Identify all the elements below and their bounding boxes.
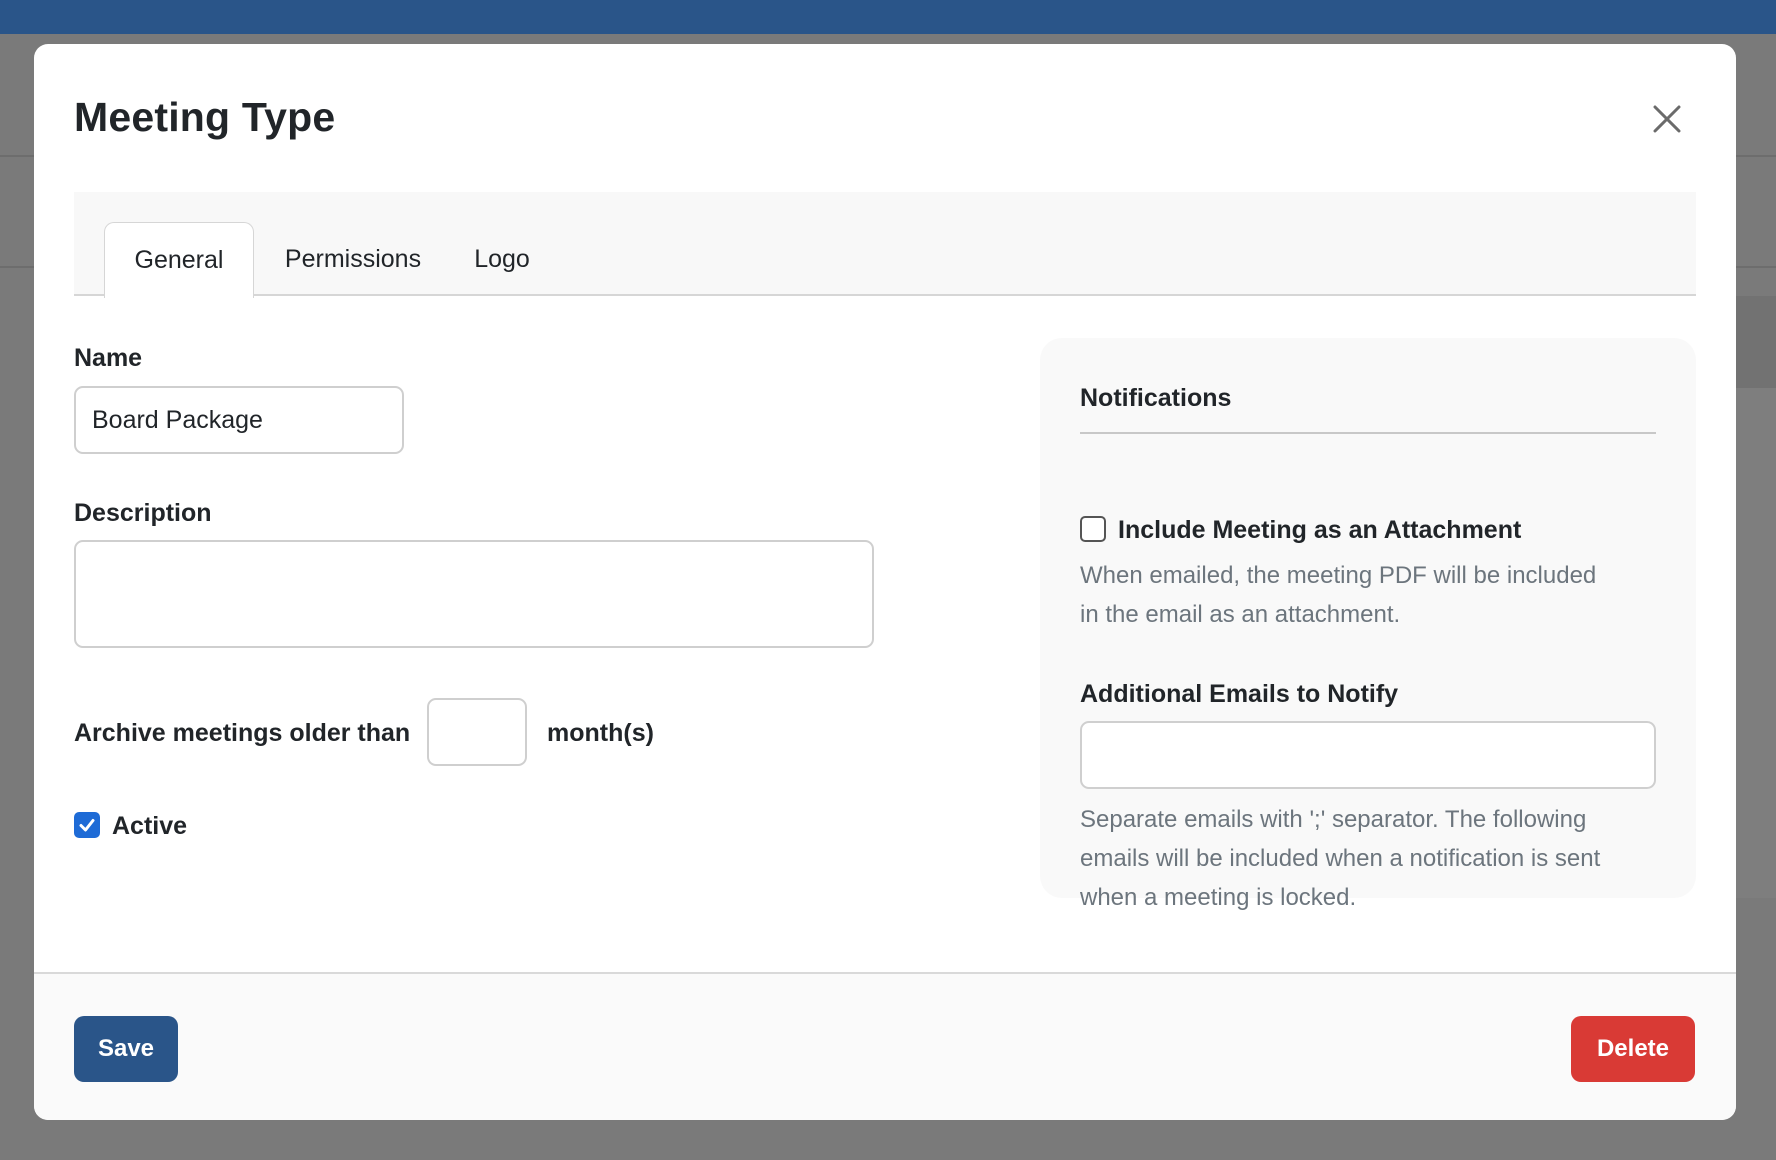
help-line: in the email as an attachment. xyxy=(1080,601,1401,628)
notifications-divider xyxy=(1080,432,1656,434)
active-checkbox[interactable] xyxy=(74,812,100,838)
app-top-bar xyxy=(0,0,1776,34)
additional-emails-label: Additional Emails to Notify xyxy=(1080,680,1399,708)
archive-unit-label: month(s) xyxy=(547,719,654,747)
notifications-panel: Notifications Include Meeting as an Atta… xyxy=(1040,338,1696,911)
check-icon xyxy=(79,819,95,832)
tab-general[interactable]: General xyxy=(104,222,254,298)
meeting-type-dialog: Meeting Type General Permissions Logo Na… xyxy=(34,44,1736,1120)
help-line: When emailed, the meeting PDF will be in… xyxy=(1080,562,1597,589)
name-label: Name xyxy=(74,344,143,372)
delete-button[interactable]: Delete xyxy=(1571,1016,1695,1082)
attachment-label: Include Meeting as an Attachment xyxy=(1118,516,1522,544)
emails-help-text: Separate emails with ';' separator. The … xyxy=(1080,800,1600,917)
archive-label: Archive meetings older than xyxy=(74,719,411,747)
close-icon xyxy=(1653,105,1681,133)
help-line: when a meeting is locked. xyxy=(1080,884,1357,911)
name-input[interactable] xyxy=(74,386,404,454)
tab-label: General xyxy=(134,246,224,274)
notifications-heading: Notifications xyxy=(1080,384,1232,412)
close-button[interactable] xyxy=(1642,94,1692,144)
description-label: Description xyxy=(74,499,212,527)
save-button[interactable]: Save xyxy=(74,1016,178,1082)
help-line: Separate emails with ';' separator. The … xyxy=(1080,806,1587,833)
tab-bar: General Permissions Logo xyxy=(74,192,1696,298)
active-label: Active xyxy=(112,812,188,840)
dialog-footer: Save Delete xyxy=(34,972,1736,1120)
tab-logo[interactable]: Logo xyxy=(452,222,552,296)
dialog-title: Meeting Type xyxy=(74,94,336,140)
attachment-help-text: When emailed, the meeting PDF will be in… xyxy=(1080,556,1596,634)
additional-emails-input[interactable] xyxy=(1080,721,1656,789)
tab-label: Logo xyxy=(474,244,530,273)
description-textarea[interactable] xyxy=(74,540,874,648)
dialog-header: Meeting Type xyxy=(34,44,1736,194)
help-line: emails will be included when a notificat… xyxy=(1080,845,1601,872)
tab-label: Permissions xyxy=(284,244,422,273)
attachment-checkbox[interactable] xyxy=(1080,516,1106,542)
tab-permissions[interactable]: Permissions xyxy=(278,222,428,296)
archive-months-input[interactable] xyxy=(427,698,527,766)
